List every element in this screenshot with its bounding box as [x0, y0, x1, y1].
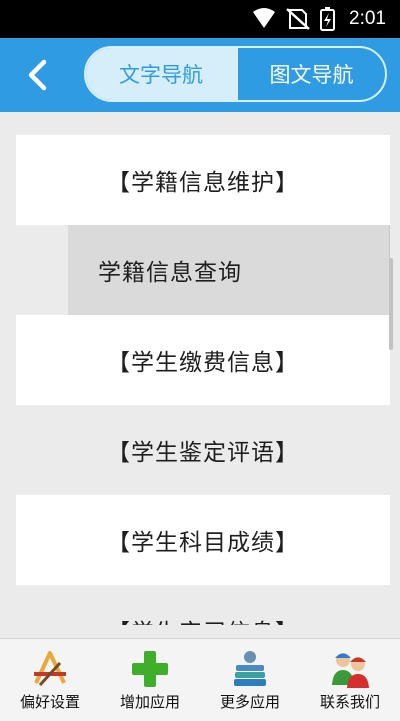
pencil-ruler-icon: [34, 651, 66, 687]
menu-item-student-internship[interactable]: 【学生实习信息】: [16, 585, 390, 625]
battery-charging-icon: [320, 7, 335, 31]
back-chevron-icon[interactable]: [20, 56, 58, 94]
status-time: 2:01: [349, 8, 386, 29]
no-sim-icon: [286, 8, 310, 30]
nav-label: 更多应用: [219, 693, 280, 711]
menu-item-student-payment[interactable]: 【学生缴费信息】: [16, 315, 390, 405]
status-bar: 2:01: [0, 0, 400, 38]
nav-preferences[interactable]: 偏好设置: [0, 639, 100, 721]
nav-label: 偏好设置: [19, 693, 80, 711]
submenu-label: 学籍信息查询: [68, 225, 390, 315]
wifi-icon: [253, 8, 275, 28]
menu-list: 【学籍信息维护】 学籍信息查询 【学生缴费信息】 【学生鉴定评语】 【学生科目成…: [16, 135, 390, 625]
plus-icon: [132, 651, 168, 687]
nav-label: 联系我们: [319, 693, 380, 711]
list-scrollbar[interactable]: [389, 258, 393, 350]
people-icon: [332, 653, 369, 688]
tab-image-nav[interactable]: 图文导航: [236, 48, 385, 100]
menu-item-student-evaluation[interactable]: 【学生鉴定评语】: [16, 405, 390, 495]
nav-more-apps[interactable]: 更多应用: [200, 639, 300, 721]
menu-item-student-records-query[interactable]: 学籍信息查询: [16, 225, 390, 315]
menu-item-student-records-maintenance[interactable]: 【学籍信息维护】: [16, 135, 390, 225]
app-header: 文字导航 图文导航: [0, 38, 400, 112]
nav-tabs: 文字导航 图文导航: [84, 46, 387, 102]
nav-add-app[interactable]: 增加应用: [100, 639, 200, 721]
status-icons: [253, 7, 335, 31]
nav-label: 增加应用: [119, 693, 180, 711]
tab-text-nav[interactable]: 文字导航: [86, 48, 236, 100]
stacked-books-icon: [234, 651, 266, 686]
nav-contact-us[interactable]: 联系我们: [300, 639, 400, 721]
menu-item-student-grades[interactable]: 【学生科目成绩】: [16, 495, 390, 585]
bottom-nav: 偏好设置 增加应用 更多应用 联系我们: [0, 638, 400, 721]
